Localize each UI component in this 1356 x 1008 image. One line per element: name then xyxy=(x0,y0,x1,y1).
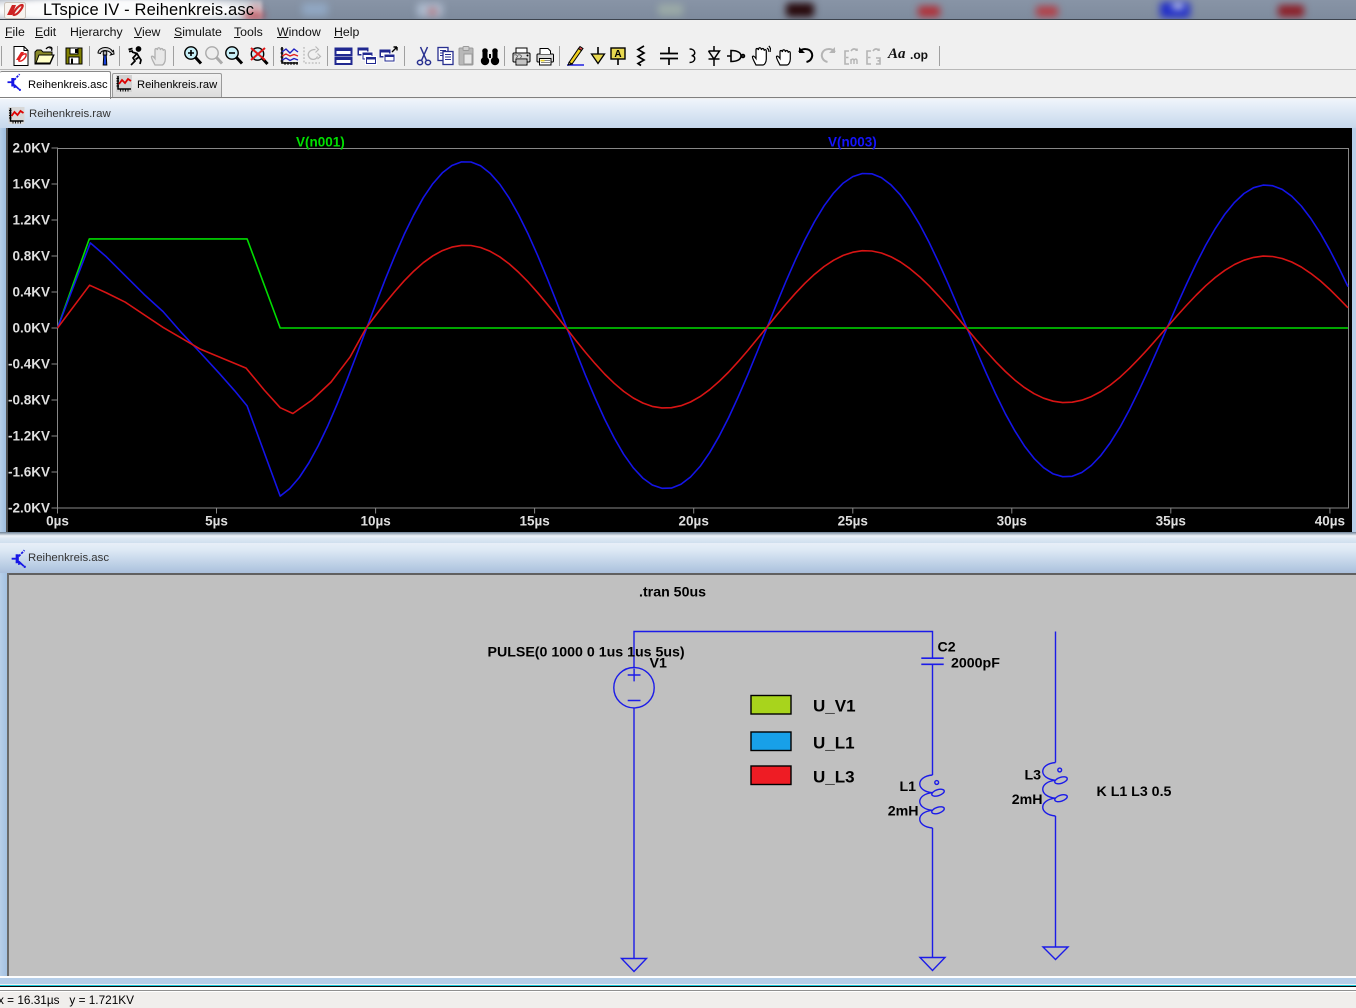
svg-text:V(n001): V(n001) xyxy=(296,135,345,150)
svg-text:2mH: 2mH xyxy=(1012,792,1043,808)
svg-text:35µs: 35µs xyxy=(1156,514,1186,529)
svg-text:0µs: 0µs xyxy=(46,514,69,529)
svg-text:L1: L1 xyxy=(899,779,916,795)
svg-text:-2.0KV: -2.0KV xyxy=(8,501,50,516)
svg-text:-1.2KV: -1.2KV xyxy=(8,429,50,444)
svg-text:30µs: 30µs xyxy=(997,514,1027,529)
svg-text:V1: V1 xyxy=(650,656,667,672)
svg-text:-0.4KV: -0.4KV xyxy=(8,357,50,372)
svg-text:U_L1: U_L1 xyxy=(813,734,855,753)
svg-text:10µs: 10µs xyxy=(360,514,390,529)
svg-text:.tran 50us: .tran 50us xyxy=(639,585,706,601)
svg-text:-1.6KV: -1.6KV xyxy=(8,465,50,480)
svg-text:1.6KV: 1.6KV xyxy=(12,177,50,192)
svg-text:-0.8KV: -0.8KV xyxy=(8,393,50,408)
svg-text:40µs: 40µs xyxy=(1315,514,1345,529)
svg-text:2mH: 2mH xyxy=(888,804,919,820)
svg-text:15µs: 15µs xyxy=(519,514,549,529)
svg-text:1.2KV: 1.2KV xyxy=(12,213,50,228)
svg-text:U_V1: U_V1 xyxy=(813,697,856,716)
svg-text:V(n003): V(n003) xyxy=(828,135,877,150)
svg-text:U_L3: U_L3 xyxy=(813,768,855,787)
svg-text:L3: L3 xyxy=(1024,768,1041,784)
svg-text:2000pF: 2000pF xyxy=(951,656,1000,672)
svg-text:0.4KV: 0.4KV xyxy=(12,285,50,300)
svg-text:2.0KV: 2.0KV xyxy=(12,141,50,156)
svg-text:5µs: 5µs xyxy=(205,514,228,529)
svg-text:C2: C2 xyxy=(938,640,956,656)
svg-text:0.8KV: 0.8KV xyxy=(12,249,50,264)
svg-text:25µs: 25µs xyxy=(838,514,868,529)
svg-text:0.0KV: 0.0KV xyxy=(12,321,50,336)
svg-text:A: A xyxy=(614,49,621,60)
svg-text:K L1 L3 0.5: K L1 L3 0.5 xyxy=(1097,784,1172,800)
svg-text:20µs: 20µs xyxy=(679,514,709,529)
